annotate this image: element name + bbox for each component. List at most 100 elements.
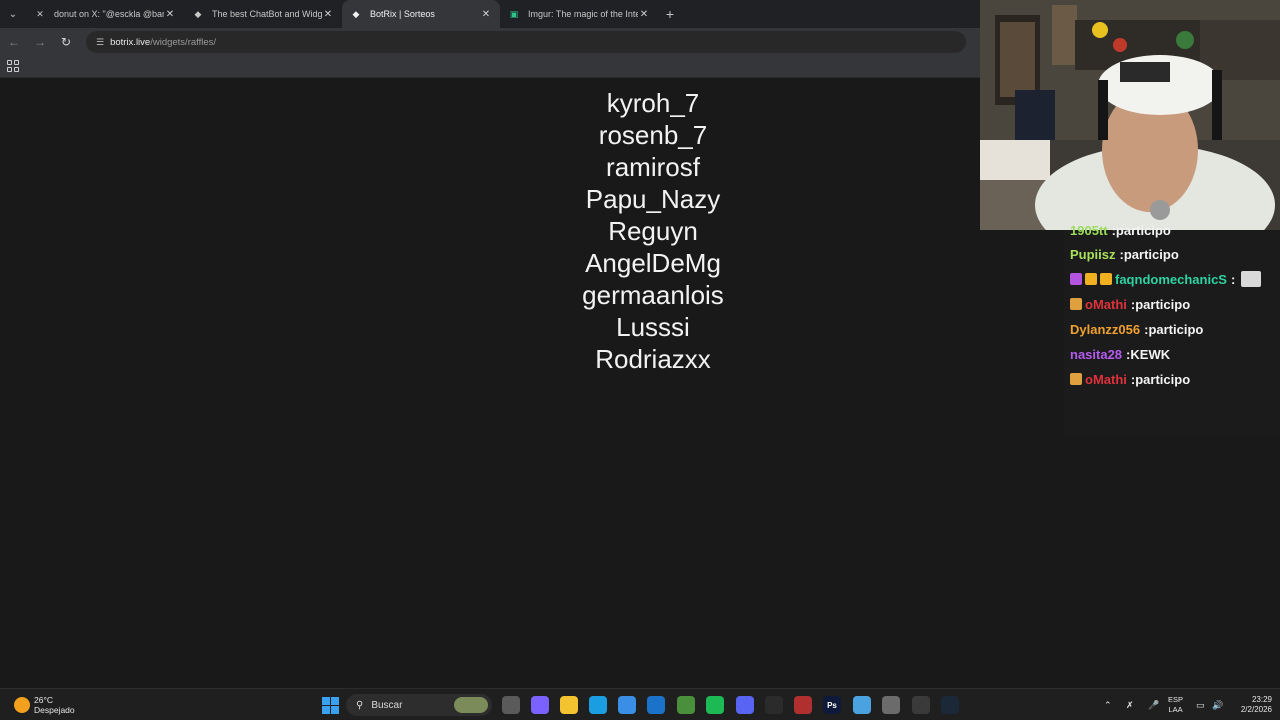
- notepad-icon[interactable]: [853, 696, 871, 714]
- chat-badge-icon: [1070, 298, 1082, 310]
- chat-text: KEWK: [1130, 346, 1171, 362]
- display-icon[interactable]: ▭: [1196, 689, 1205, 720]
- clock-date: 2/2/2026: [1240, 705, 1272, 714]
- winners-list: kyroh_7 rosenb_7 ramirosf Papu_Nazy Reguyn An…: [453, 87, 853, 375]
- taskbar-search[interactable]: ⚲ Buscar: [346, 694, 492, 716]
- keyboard-layout: LAA: [1168, 705, 1183, 714]
- webcam-overlay: [980, 0, 1280, 230]
- chat-emote-image: [1241, 271, 1262, 287]
- search-placeholder: Buscar: [371, 699, 403, 711]
- chat-username: nasita28: [1070, 346, 1123, 362]
- chat-badge-icon: [1070, 373, 1082, 385]
- winner-name: ramirosf: [606, 152, 700, 182]
- obs-icon[interactable]: [765, 696, 783, 714]
- browser-tab[interactable]: ▣ Imgur: The magic of the Interne✕: [500, 0, 658, 28]
- chat-message: oMathi: participo: [1070, 294, 1190, 314]
- chat-username: 1905tt: [1070, 222, 1108, 238]
- chat-username: oMathi: [1085, 296, 1127, 312]
- chat-text: participo: [1148, 321, 1204, 337]
- browser-tab[interactable]: ◆ The best ChatBot and Widgets✕: [184, 0, 342, 28]
- tab-title: BotRix | Sorteos: [370, 9, 435, 19]
- tab-title: The best ChatBot and Widgets: [212, 9, 322, 19]
- imgur-icon: ▣: [509, 8, 519, 19]
- steam-icon[interactable]: [941, 696, 959, 714]
- x-logo-icon: ✕: [36, 8, 44, 19]
- url-path: /widgets/raffles/: [150, 36, 217, 48]
- copilot-icon[interactable]: [531, 696, 549, 714]
- weather-temperature: 26°C: [34, 695, 53, 705]
- botrix-icon: ◆: [352, 8, 360, 19]
- winner-name: Reguyn: [608, 216, 698, 246]
- app-icon[interactable]: [912, 696, 930, 714]
- chat-message: 1905tt: participo: [1070, 220, 1171, 240]
- webcam-feed-image: [980, 0, 1280, 230]
- photoshop-icon[interactable]: Ps: [823, 696, 841, 714]
- language-indicator[interactable]: ESP LAA: [1168, 695, 1183, 715]
- network-off-icon[interactable]: ✗: [1126, 689, 1134, 720]
- tab-search-chevron-icon[interactable]: ⌄: [0, 0, 26, 28]
- microphone-icon[interactable]: 🎤: [1148, 689, 1159, 720]
- system-clock[interactable]: 23:29 2/2/2026: [1228, 695, 1272, 715]
- new-tab-plus-icon[interactable]: +: [658, 6, 682, 22]
- chat-message: oMathi: participo: [1070, 369, 1190, 389]
- tab-close-icon[interactable]: ✕: [480, 9, 492, 20]
- winner-name: rosenb_7: [598, 120, 708, 150]
- chrome-icon[interactable]: [677, 696, 695, 714]
- chat-message: nasita28: KEWK: [1070, 344, 1170, 364]
- chat-username: Pupiisz: [1070, 246, 1116, 262]
- winner-name: Rodriazxx: [595, 344, 711, 374]
- discord-icon[interactable]: [736, 696, 754, 714]
- chat-username: oMathi: [1085, 371, 1127, 387]
- winner-name: kyroh_7: [606, 88, 700, 118]
- tab-title: donut on X: "@esckla @banana: [54, 9, 164, 19]
- tab-close-icon[interactable]: ✕: [164, 9, 176, 20]
- settings-icon[interactable]: [882, 696, 900, 714]
- back-arrow-icon[interactable]: ←: [2, 30, 26, 54]
- tab-list: ✕donut on X: "@esckla @banana✕◆The best …: [26, 0, 658, 28]
- volume-icon[interactable]: 🔊: [1212, 689, 1223, 720]
- chat-overlay: 1905tt: participo Pupiisz: participo faqnd…: [1064, 223, 1280, 435]
- chat-message: Pupiisz: participo: [1070, 244, 1179, 264]
- outlook-icon[interactable]: [647, 696, 665, 714]
- forward-arrow-icon[interactable]: →: [28, 30, 52, 54]
- chat-text: participo: [1123, 246, 1179, 262]
- weather-description: Despejado: [34, 705, 75, 715]
- show-hidden-icons-chevron-icon[interactable]: ⌃: [1104, 689, 1112, 720]
- tab-title: Imgur: The magic of the Interne: [528, 9, 638, 19]
- media-app-icon[interactable]: [794, 696, 812, 714]
- weather-sun-icon: [14, 697, 30, 713]
- spotify-icon[interactable]: [706, 696, 724, 714]
- search-icon: ⚲: [356, 699, 364, 711]
- chat-separator: :: [1230, 271, 1236, 287]
- chat-message: Dylanzz056: participo: [1070, 319, 1203, 339]
- file-explorer-icon[interactable]: [560, 696, 578, 714]
- start-windows-icon[interactable]: [322, 697, 339, 714]
- tab-close-icon[interactable]: ✕: [638, 9, 650, 20]
- browser-tab[interactable]: ✕donut on X: "@esckla @banana✕: [26, 0, 184, 28]
- chat-username: Dylanzz056: [1070, 321, 1141, 337]
- search-highlight-image: [454, 697, 488, 713]
- taskbar: 26°C Despejado ⚲ Buscar Ps ⌃ ✗ 🎤 ESP LAA…: [0, 688, 1280, 720]
- screen: ⌄ ✕donut on X: "@esckla @banana✕◆The bes…: [0, 0, 1280, 720]
- task-view-icon[interactable]: [502, 696, 520, 714]
- language-code: ESP: [1168, 695, 1184, 704]
- winner-name: AngelDeMg: [585, 248, 721, 278]
- tab-close-icon[interactable]: ✕: [322, 9, 334, 20]
- chat-text: participo: [1115, 222, 1171, 238]
- address-bar[interactable]: ☰ botrix.live/widgets/raffles/: [86, 31, 966, 53]
- winner-name: Lusssi: [616, 312, 690, 342]
- chat-badge-icon: [1100, 273, 1112, 285]
- chat-badge-icon: [1085, 273, 1097, 285]
- clock-time: 23:29: [1251, 695, 1272, 704]
- winner-name: Papu_Nazy: [585, 184, 721, 214]
- chat-message: faqndomechanicS:: [1070, 269, 1262, 289]
- apps-grid-icon[interactable]: [7, 60, 19, 72]
- weather-widget[interactable]: 26°C Despejado: [14, 693, 75, 717]
- edge-icon[interactable]: [589, 696, 607, 714]
- reload-icon[interactable]: ↻: [54, 30, 78, 54]
- chat-text: participo: [1135, 296, 1191, 312]
- store-icon[interactable]: [618, 696, 636, 714]
- winner-name: germaanlois: [582, 280, 724, 310]
- browser-tab[interactable]: ◆ BotRix | Sorteos ✕: [342, 0, 500, 28]
- site-info-icon[interactable]: ☰: [96, 37, 104, 48]
